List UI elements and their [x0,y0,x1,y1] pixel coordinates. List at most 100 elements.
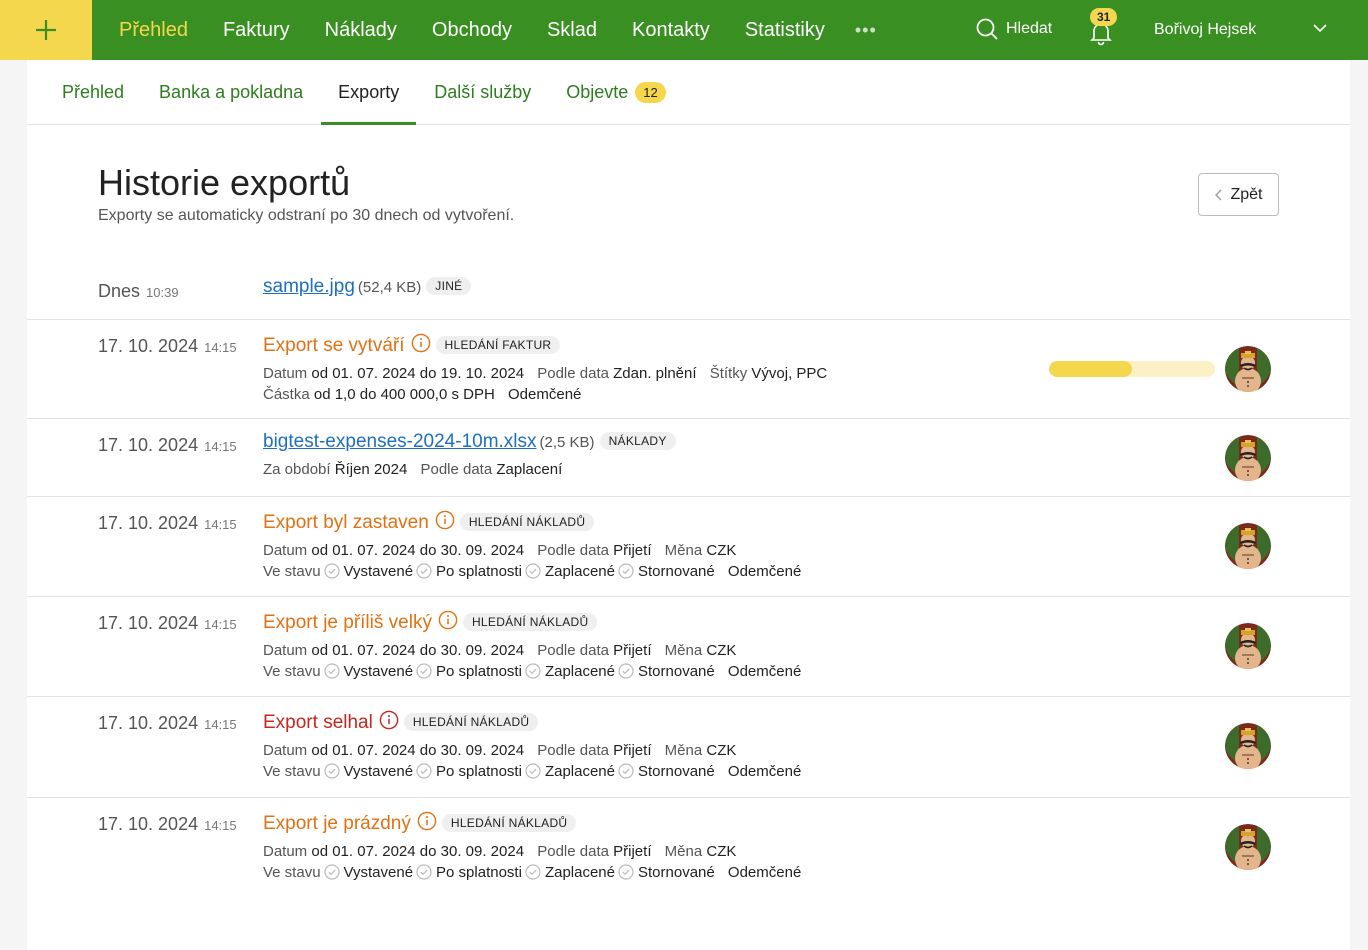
export-date-text: 17. 10. 2024 [98,713,199,733]
export-main: Export je příliš velký HLEDÁNÍ NÁKLADŮ Da… [263,610,801,680]
export-filter-line: Datum od 01. 07. 2024 do 30. 09. 2024 Po… [263,742,801,759]
main-nav: Přehled Faktury Náklady Obchody Sklad Ko… [110,0,877,60]
filter-label: Měna [664,742,703,759]
avatar[interactable] [1225,346,1271,392]
export-status-title: Export je příliš velký [263,612,432,633]
filter-value: Stornované [638,663,715,680]
notifications-badge: 31 [1090,8,1118,26]
tab-exporty[interactable]: Exporty [321,82,417,125]
filter-label: Datum [263,642,308,659]
nav-more-menu[interactable]: ••• [855,20,877,41]
tab-objevte-label: Objevte [566,82,629,102]
nav-item-obchody[interactable]: Obchody [423,19,521,42]
export-date-text: 17. 10. 2024 [98,513,199,533]
search-button[interactable]: Hledat [975,17,1052,41]
filter-value: Stornované [638,563,715,580]
filter-value: Po splatnosti [436,763,522,780]
export-time: 14:15 [204,517,237,532]
nav-item-prehled[interactable]: Přehled [110,19,197,42]
filter-value: Vystavené [343,563,414,580]
export-status-filter-line: Ve stavu Vystavené Po splatnosti Zaplacené S… [263,763,801,780]
export-status-filter-line: Ve stavu Vystavené Po splatnosti Zaplacené S… [263,663,801,680]
export-filter-line: Za období Říjen 2024 Podle data Zaplacen… [263,461,676,478]
filter-value: Vystavené [343,763,414,780]
filter-value: Stornované [638,763,715,780]
check-circle-icon [525,563,541,579]
page-title: Historie exportů [98,162,351,203]
export-time: 14:15 [204,439,237,454]
nav-item-kontakty[interactable]: Kontakty [623,19,719,42]
page-subtitle: Exporty se automaticky odstraní po 30 dn… [98,207,515,224]
filter-value: Přijetí [613,642,652,659]
filter-value: od 1,0 do 400 000,0 s DPH [313,386,495,403]
chevron-down-icon[interactable] [1312,20,1328,36]
create-new-button[interactable] [0,0,92,60]
filter-value: Po splatnosti [436,663,522,680]
filter-value: Přijetí [613,843,652,860]
filter-label: Podle data [537,642,609,659]
export-type-tag: HLEDÁNÍ NÁKLADŮ [441,814,577,832]
export-file-size: (2,5 KB) [539,434,595,451]
export-row: 17. 10. 2024 14:15 bigtest-expenses-2024-… [27,419,1350,497]
export-filter-line: Datum od 01. 07. 2024 do 30. 09. 2024 Po… [263,642,801,659]
user-menu[interactable]: Bořivoj Hejsek [1154,21,1256,39]
export-file-link[interactable]: sample.jpg [263,276,355,297]
tab-dalsi-sluzby[interactable]: Další služby [417,82,548,124]
export-type-tag: HLEDÁNÍ FAKTUR [435,336,561,354]
export-file-size: (52,4 KB) [357,279,422,296]
avatar[interactable] [1225,824,1271,870]
export-date-text: Dnes [98,281,141,301]
filter-value: Říjen 2024 [334,461,408,478]
filter-label: Částka [263,386,310,403]
tab-prehled[interactable]: Přehled [45,82,141,124]
avatar[interactable] [1225,435,1271,481]
export-type-tag: HLEDÁNÍ NÁKLADŮ [403,713,539,731]
export-time: 14:15 [204,818,237,833]
export-date-text: 17. 10. 2024 [98,814,199,834]
search-label: Hledat [1006,20,1053,37]
info-icon[interactable] [379,710,399,730]
info-icon[interactable] [435,510,455,530]
export-row: 17. 10. 2024 14:15 Export byl zastaven HLE… [27,497,1350,597]
export-main: sample.jpg (52,4 KB) JINÉ [263,276,472,298]
export-main: Export selhal HLEDÁNÍ NÁKLADŮ Datum od 01… [263,710,801,780]
nav-item-statistiky[interactable]: Statistiky [736,19,834,42]
filter-value: Odemčené [508,386,582,403]
nav-item-naklady[interactable]: Náklady [316,19,406,42]
export-status-filter-line: Ve stavu Vystavené Po splatnosti Zaplacené S… [263,864,801,881]
export-file-link[interactable]: bigtest-expenses-2024-10m.xlsx [263,431,537,452]
avatar[interactable] [1225,523,1271,569]
back-button[interactable]: Zpět [1198,173,1279,216]
nav-item-faktury[interactable]: Faktury [214,19,299,42]
check-circle-icon [324,663,340,679]
filter-label: Datum [263,365,308,382]
check-circle-icon [416,563,432,579]
filter-value: Přijetí [613,742,652,759]
nav-item-sklad[interactable]: Sklad [538,19,606,42]
filter-value: Odemčené [727,864,802,881]
top-navigation-bar: Přehled Faktury Náklady Obchody Sklad Ko… [0,0,1368,60]
sub-navigation: Přehled Banka a pokladna Exporty Další s… [27,60,1350,125]
filter-value: Přijetí [613,542,652,559]
tab-objevte[interactable]: Objevte 12 [549,82,683,124]
export-filter-line: Datum od 01. 07. 2024 do 30. 09. 2024 Po… [263,542,801,559]
tab-banka-a-pokladna[interactable]: Banka a pokladna [142,82,320,124]
filter-label: Ve stavu [263,864,321,881]
info-icon[interactable] [438,610,458,630]
filter-value: Po splatnosti [436,563,522,580]
export-type-tag: NÁKLADY [599,432,676,450]
avatar[interactable] [1225,723,1271,769]
filter-value: Odemčené [727,563,802,580]
filter-value: Vystavené [343,663,414,680]
avatar[interactable] [1225,623,1271,669]
filter-value: Stornované [638,864,715,881]
export-type-tag: HLEDÁNÍ NÁKLADŮ [459,513,595,531]
check-circle-icon [324,864,340,880]
export-filter-line: Datum od 01. 07. 2024 do 30. 09. 2024 Po… [263,843,801,860]
export-time: 14:15 [204,717,237,732]
info-icon[interactable] [411,333,431,353]
info-icon[interactable] [417,811,437,831]
check-circle-icon [618,563,634,579]
export-date: Dnes 10:39 [98,281,179,302]
export-date: 17. 10. 2024 14:15 [98,435,237,456]
